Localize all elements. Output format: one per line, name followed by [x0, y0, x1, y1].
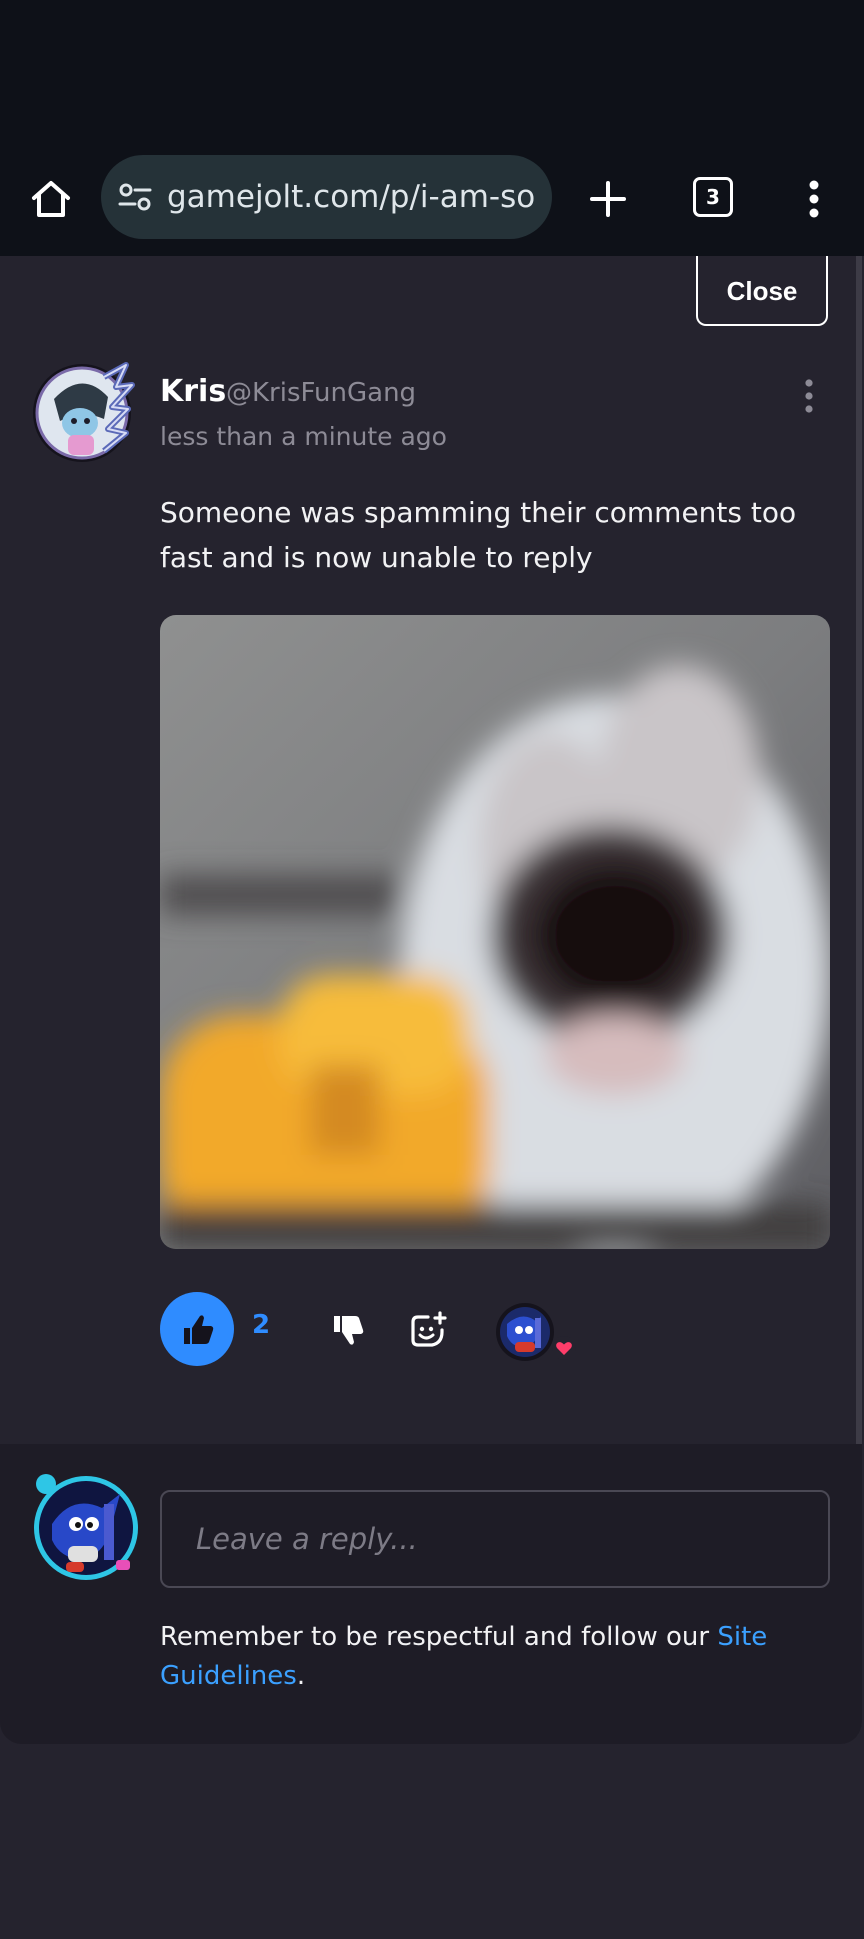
browser-toolbar: gamejolt.com/p/i-am-so 3: [0, 148, 864, 256]
thumbs-up-icon: [184, 1315, 214, 1344]
more-vert-icon: [809, 180, 819, 218]
tab-switcher-button[interactable]: 3: [693, 177, 733, 217]
liker-avatar[interactable]: [495, 1302, 555, 1362]
post-text: Someone was spamming their comments too …: [160, 496, 797, 574]
like-button[interactable]: [160, 1292, 234, 1366]
current-user-avatar[interactable]: [32, 1474, 140, 1582]
post-timestamp: less than a minute ago: [160, 422, 447, 451]
plus-icon: [590, 181, 626, 217]
author-handle[interactable]: @KrisFunGang: [226, 378, 416, 408]
thumbs-down-icon: [334, 1316, 364, 1345]
home-icon: [32, 181, 70, 217]
author-avatar[interactable]: [32, 359, 140, 467]
author-name[interactable]: Kris: [160, 374, 226, 409]
more-vert-icon: [805, 379, 813, 413]
reply-input[interactable]: [160, 1490, 830, 1588]
add-sticker-icon: [411, 1311, 447, 1347]
add-sticker-button[interactable]: [408, 1310, 448, 1350]
tab-switcher-icon: 3: [693, 177, 733, 217]
home-button[interactable]: [26, 174, 76, 224]
like-count[interactable]: 2: [252, 1310, 270, 1340]
reply-composer: Remember to be respectful and follow our…: [0, 1444, 862, 1744]
comment-modal: Close Kris @KrisFunGang less than a minu…: [0, 256, 862, 1744]
status-bar-area: [0, 0, 864, 148]
new-tab-button[interactable]: [583, 174, 633, 224]
browser-menu-button[interactable]: [796, 174, 832, 224]
address-bar[interactable]: gamejolt.com/p/i-am-so: [101, 155, 552, 239]
post-options-button[interactable]: [796, 376, 822, 416]
reaction-bar: 2: [160, 1292, 860, 1366]
guidelines-suffix: .: [296, 1661, 306, 1691]
tune-icon[interactable]: [117, 179, 153, 215]
guidelines-notice: Remember to be respectful and follow our…: [160, 1618, 820, 1696]
guidelines-prefix: Remember to be respectful and follow our: [160, 1622, 718, 1652]
dislike-button[interactable]: [330, 1312, 364, 1346]
post-image[interactable]: [160, 615, 830, 1249]
url-text[interactable]: gamejolt.com/p/i-am-so: [167, 155, 535, 239]
close-button[interactable]: Close: [696, 256, 828, 326]
heart-icon: [552, 1336, 576, 1360]
